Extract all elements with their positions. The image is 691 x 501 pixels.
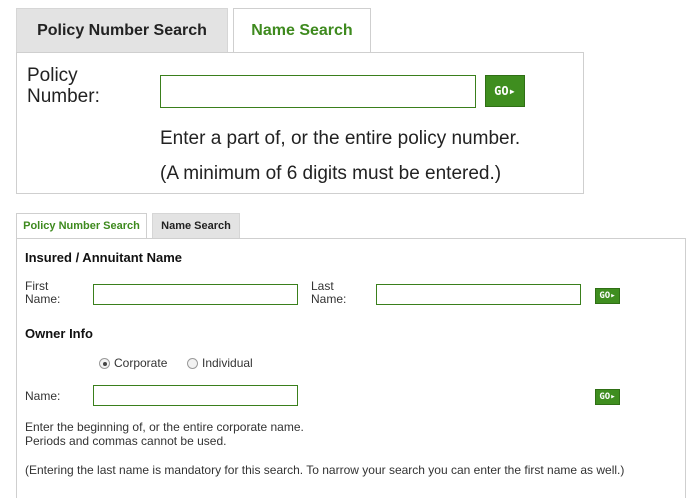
individual-radio-option[interactable]: Individual <box>187 356 253 370</box>
individual-radio[interactable] <box>187 357 198 369</box>
name-search-panel-small: Policy Number Search Name Search Insured… <box>16 213 686 498</box>
name-go-button[interactable]: GO▸ <box>595 288 620 304</box>
insured-annuitant-heading: Insured / Annuitant Name <box>25 250 182 265</box>
first-name-input[interactable] <box>93 284 298 305</box>
owner-name-input[interactable] <box>93 385 298 406</box>
last-name-label: Last Name: <box>311 279 347 306</box>
help-text-corporate: Enter the beginning of, or the entire co… <box>25 420 304 434</box>
first-name-label: First Name: <box>25 279 61 306</box>
tab-policy-number-search[interactable]: Policy Number Search <box>16 8 228 52</box>
policy-number-input[interactable] <box>160 75 476 108</box>
go-button[interactable]: GO▸ <box>485 75 525 107</box>
corporate-radio-option[interactable]: Corporate <box>99 356 167 370</box>
individual-radio-label: Individual <box>202 356 253 370</box>
tab-bar: Policy Number Search Name Search <box>16 8 584 53</box>
tab-content: Policy Number: GO▸ Enter a part of, or t… <box>16 52 584 194</box>
help-text-minimum: (A minimum of 6 digits must be entered.) <box>160 163 502 184</box>
owner-go-button[interactable]: GO▸ <box>595 389 620 405</box>
help-text-punctuation: Periods and commas cannot be used. <box>25 434 227 448</box>
tab-name-search[interactable]: Name Search <box>152 213 240 238</box>
corporate-radio-label: Corporate <box>114 356 168 370</box>
tab-content: Insured / Annuitant Name First Name: Las… <box>16 238 686 498</box>
owner-info-heading: Owner Info <box>25 326 93 341</box>
policy-number-label: Policy Number: <box>27 65 100 107</box>
tab-name-search[interactable]: Name Search <box>233 8 371 53</box>
last-name-input[interactable] <box>376 284 581 305</box>
owner-name-label: Name: <box>25 389 61 403</box>
corporate-radio[interactable] <box>99 357 110 369</box>
help-text: Enter a part of, or the entire policy nu… <box>160 128 521 149</box>
policy-search-panel-large: Policy Number Search Name Search Policy … <box>16 8 584 194</box>
mandatory-note: (Entering the last name is mandatory for… <box>25 463 625 477</box>
tab-policy-number-search[interactable]: Policy Number Search <box>16 213 147 239</box>
